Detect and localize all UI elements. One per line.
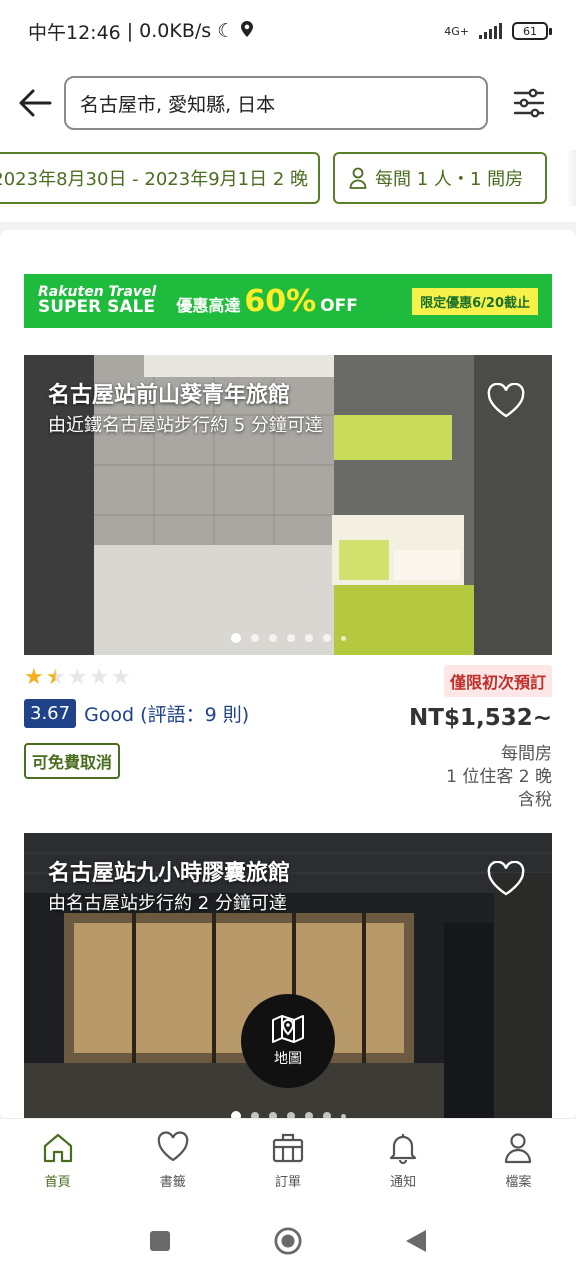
dates-text: 2023年8月30日 - 2023年9月1日 2 晚: [0, 169, 308, 190]
status-left: 中午12:46 | 0.0KB/s ☾: [28, 18, 254, 45]
destination-search-field[interactable]: 名古屋市, 愛知縣, 日本: [64, 76, 488, 130]
network-speed: 0.0KB/s: [139, 20, 212, 42]
price-note-guests: 1 位住客 2 晚: [446, 767, 552, 787]
profile-icon: [505, 1133, 532, 1164]
first-booking-badge: 僅限初次預訂: [443, 665, 552, 697]
status-bar: 中午12:46 | 0.0KB/s ☾ 4G+ 61: [0, 0, 576, 62]
results-list[interactable]: Rakuten Travel SUPER SALE 優惠高達 60% OFF 限…: [0, 222, 576, 1118]
nav-notifications-label: 通知: [390, 1175, 417, 1190]
star-full-icon: ★: [24, 665, 44, 690]
promo-brand: Rakuten Travel SUPER SALE: [38, 285, 156, 318]
nav-bookmarks-label: 書籤: [159, 1175, 186, 1190]
bottom-navigation: 首頁 書籤 訂單 通知 檔案: [0, 1118, 576, 1202]
pagination-dot: [268, 634, 277, 642]
battery-icon: 61: [512, 22, 552, 40]
home-button[interactable]: [274, 1227, 302, 1255]
heart-icon: [157, 1131, 189, 1162]
guests-text: 每間 1 人・1 間房: [375, 169, 524, 190]
star-empty-icon: ★: [89, 665, 109, 690]
status-right: 4G+ 61: [444, 22, 552, 40]
hotel-access: 由近鐵名古屋站步行約 5 分鐘可達: [48, 415, 323, 436]
search-header: 名古屋市, 愛知縣, 日本: [0, 62, 576, 146]
hotel-name: 名古屋站前山葵青年旅館: [48, 383, 291, 408]
nav-orders[interactable]: 訂單: [238, 1131, 338, 1190]
promo-percent: 60%: [244, 283, 317, 319]
moon-icon: ☾: [217, 20, 235, 42]
pagination-dot: [304, 634, 313, 642]
price-details: 每間房 1 位住客 2 晚 含稅: [446, 743, 552, 812]
nav-bookmarks[interactable]: 書籤: [123, 1131, 223, 1190]
dates-chip[interactable]: 2023年8月30日 - 2023年9月1日 2 晚: [0, 152, 320, 204]
nav-orders-label: 訂單: [274, 1175, 301, 1190]
chips-fade: [566, 150, 576, 206]
price-note-room: 每間房: [501, 744, 552, 764]
pagination-dot: [230, 1111, 241, 1118]
promo-lead: 優惠高達: [176, 295, 241, 315]
pagination-dot: [322, 634, 331, 642]
circle-icon: [274, 1227, 302, 1255]
nav-home-label: 首頁: [44, 1175, 71, 1190]
triangle-back-icon: [406, 1230, 426, 1252]
hotel-access: 由名古屋站步行約 2 分鐘可達: [48, 893, 287, 914]
heart-icon[interactable]: [486, 861, 526, 897]
signal-icon: [479, 23, 502, 39]
system-back-button[interactable]: [402, 1227, 430, 1255]
super-sale-banner[interactable]: Rakuten Travel SUPER SALE 優惠高達 60% OFF 限…: [24, 274, 552, 328]
location-icon: [240, 20, 254, 43]
bell-icon: [390, 1134, 417, 1165]
review-score: 3.67: [24, 699, 77, 728]
map-label: 地圖: [274, 1051, 302, 1067]
destination-value: 名古屋市, 愛知縣, 日本: [80, 93, 276, 116]
free-cancel-badge: 可免費取消: [24, 743, 121, 779]
nav-notifications[interactable]: 通知: [353, 1131, 453, 1190]
status-time: 中午12:46: [28, 21, 121, 44]
hotel-info: ★ ★ ★ ★ ★ 3.67 Good (評語：9 則) 可免費取消 僅限初次預…: [24, 655, 552, 815]
results-container: Rakuten Travel SUPER SALE 優惠高達 60% OFF 限…: [0, 230, 576, 1118]
heart-icon[interactable]: [486, 383, 526, 419]
photo-pagination: [24, 1111, 552, 1118]
pagination-dot: [286, 634, 295, 642]
back-button[interactable]: [14, 82, 56, 124]
system-navigation: [0, 1202, 576, 1280]
map-icon: [272, 1015, 304, 1043]
review-summary: Good (評語：9 則): [84, 704, 250, 726]
hotel-photo[interactable]: 名古屋站前山葵青年旅館 由近鐵名古屋站步行約 5 分鐘可達: [24, 355, 552, 655]
hotel-price: NT$1,532~: [409, 705, 552, 731]
pagination-dot: [250, 634, 259, 642]
person-icon: [349, 167, 367, 189]
filter-button[interactable]: [508, 82, 550, 124]
battery-level: 61: [523, 24, 537, 38]
price-note-tax: 含稅: [518, 790, 552, 810]
map-button[interactable]: 地圖: [241, 994, 335, 1088]
nav-profile[interactable]: 檔案: [468, 1131, 568, 1190]
recents-button[interactable]: [146, 1227, 174, 1255]
promo-brand-line2: SUPER SALE: [38, 297, 155, 318]
nav-profile-label: 檔案: [505, 1175, 532, 1190]
arrow-left-icon: [19, 89, 52, 117]
photo-pagination: [24, 633, 552, 643]
star-half-icon: ★: [45, 665, 66, 690]
pagination-dot: [340, 635, 346, 641]
sliders-icon: [513, 88, 545, 118]
promo-off: OFF: [320, 295, 358, 316]
network-type: 4G+: [444, 24, 469, 38]
status-divider: |: [126, 20, 134, 42]
promo-discount: 優惠高達 60% OFF: [176, 284, 358, 319]
guests-chip[interactable]: 每間 1 人・1 間房: [333, 152, 547, 204]
star-empty-icon: ★: [110, 665, 131, 690]
star-rating: ★ ★ ★ ★ ★: [24, 667, 131, 689]
briefcase-icon: [272, 1133, 304, 1163]
hotel-name: 名古屋站九小時膠囊旅館: [48, 861, 291, 886]
pagination-dot: [230, 633, 241, 643]
review-row: 3.67 Good (評語：9 則): [24, 699, 249, 728]
home-icon: [43, 1133, 72, 1163]
star-empty-icon: ★: [67, 665, 88, 690]
promo-deadline-tag: 限定優惠6/20截止: [412, 287, 538, 315]
square-icon: [150, 1231, 170, 1251]
nav-home[interactable]: 首頁: [8, 1131, 108, 1190]
search-chips: 2023年8月30日 - 2023年9月1日 2 晚 每間 1 人・1 間房: [0, 150, 576, 206]
hotel-card[interactable]: 名古屋站前山葵青年旅館 由近鐵名古屋站步行約 5 分鐘可達 ★ ★ ★ ★ ★ …: [24, 355, 552, 815]
